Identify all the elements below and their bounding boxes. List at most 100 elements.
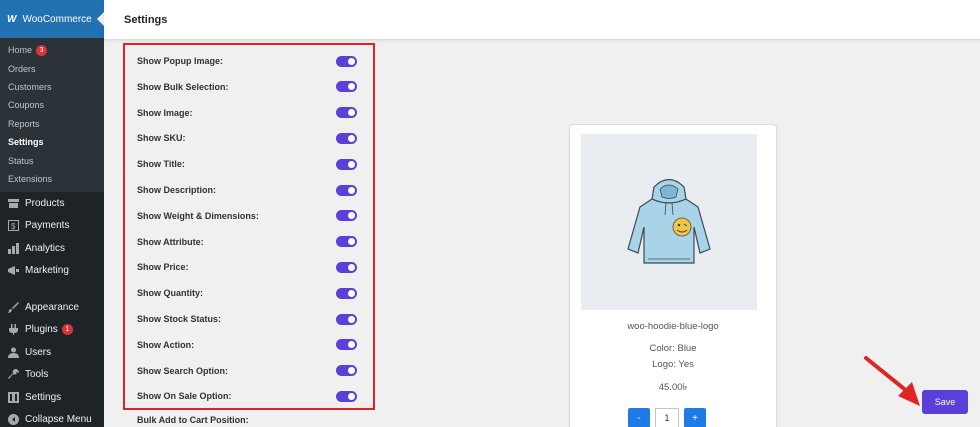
setting-label: Show Bulk Selection: <box>137 81 229 92</box>
toggle-switch[interactable] <box>336 390 357 402</box>
woocommerce-logo-icon: W <box>7 13 17 25</box>
setting-row-attribute: Show Attribute: <box>137 234 357 250</box>
setting-label: Show Action: <box>137 339 195 350</box>
setting-row-quantity: Show Quantity: <box>137 285 357 301</box>
toggle-switch[interactable] <box>336 236 357 248</box>
notification-badge: 3 <box>36 44 48 56</box>
submenu-item-home[interactable]: Home 3 <box>0 41 104 59</box>
sidebar-item-label: Analytics <box>25 242 66 254</box>
archive-icon <box>7 197 19 209</box>
setting-label: Show Description: <box>137 185 217 195</box>
toggle-switch[interactable] <box>336 81 357 93</box>
wrench-icon <box>7 369 19 381</box>
sidebar-item-tools[interactable]: Tools <box>0 364 104 387</box>
setting-label: Show Image: <box>137 107 193 118</box>
setting-row-on-sale-option: Show On Sale Option: <box>137 388 357 404</box>
page-title: Settings <box>124 13 168 26</box>
setting-label: Show On Sale Option: <box>137 391 232 402</box>
submenu-item-settings[interactable]: Settings <box>0 133 104 151</box>
toggle-switch[interactable] <box>336 55 357 67</box>
setting-label: Show Quantity: <box>137 288 203 299</box>
toggle-switch[interactable] <box>336 261 357 273</box>
setting-label: Show Stock Status: <box>137 314 222 324</box>
sidebar-item-label: Marketing <box>25 265 69 277</box>
setting-label: Show SKU: <box>137 133 186 144</box>
sidebar-item-appearance[interactable]: Appearance <box>0 296 104 319</box>
collapse-menu-button[interactable]: Collapse Menu <box>0 409 104 427</box>
product-attribute-logo: Logo: Yes <box>652 359 694 370</box>
submenu-item-reports[interactable]: Reports <box>0 115 104 133</box>
sidebar-item-marketing[interactable]: Marketing <box>0 260 104 283</box>
save-button[interactable]: Save <box>922 390 968 414</box>
submenu-item-customers[interactable]: Customers <box>0 78 104 96</box>
users-icon <box>7 346 19 358</box>
setting-row-title: Show Title: <box>137 156 357 172</box>
setting-row-image: Show Image: <box>137 105 357 121</box>
sidebar-item-label: Settings <box>25 391 62 403</box>
setting-row-sku: Show SKU: <box>137 130 357 146</box>
submenu-item-orders[interactable]: Orders <box>0 59 104 77</box>
product-preview-card: woo-hoodie-blue-logo Color: Blue Logo: Y… <box>569 124 777 427</box>
notification-badge: 1 <box>61 324 73 336</box>
setting-row-price: Show Price: <box>137 259 357 275</box>
submenu-item-label: Home <box>8 45 33 56</box>
plug-icon <box>7 324 19 336</box>
sidebar-item-label: WooCommerce <box>22 13 92 25</box>
red-arrow-icon <box>864 356 920 406</box>
submenu-item-status[interactable]: Status <box>0 151 104 169</box>
toggle-switch[interactable] <box>336 132 357 144</box>
woocommerce-submenu: Home 3 Orders Customers Coupons Reports S… <box>0 38 104 193</box>
collapse-icon <box>7 414 19 426</box>
setting-row-description: Show Description: <box>137 182 357 198</box>
setting-label: Show Attribute: <box>137 236 204 247</box>
product-image <box>581 134 757 310</box>
toggle-switch[interactable] <box>336 339 357 351</box>
setting-label: Show Title: <box>137 159 185 170</box>
sidebar-item-label: Users <box>25 346 52 358</box>
setting-row-weight-dimensions: Show Weight & Dimensions: <box>137 208 357 224</box>
toggle-switch[interactable] <box>336 210 357 222</box>
sidebar-item-analytics[interactable]: Analytics <box>0 237 104 260</box>
quantity-decrease-button[interactable]: - <box>628 408 650 427</box>
toggle-switch[interactable] <box>336 287 357 299</box>
svg-text:$: $ <box>11 222 16 231</box>
sidebar-item-settings[interactable]: Settings <box>0 386 104 409</box>
toggle-switch[interactable] <box>336 365 357 377</box>
sidebar-item-label: Products <box>25 197 65 209</box>
product-name: woo-hoodie-blue-logo <box>627 321 719 332</box>
setting-row-popup-image: Show Popup Image: <box>137 53 357 69</box>
setting-label: Show Search Option: <box>137 365 229 376</box>
setting-row-action: Show Action: <box>137 337 357 353</box>
sidebar-item-label: Plugins <box>25 324 58 336</box>
paintbrush-icon <box>7 301 19 313</box>
setting-row-stock-status: Show Stock Status: <box>137 311 357 327</box>
toggle-switch[interactable] <box>336 158 357 170</box>
sidebar-item-products[interactable]: Products <box>0 192 104 215</box>
display-settings-panel: Show Popup Image: Show Bulk Selection: S… <box>123 43 375 410</box>
toggle-switch[interactable] <box>336 313 357 325</box>
quantity-input[interactable]: 1 <box>655 408 679 427</box>
sidebar-item-label: Payments <box>25 220 70 232</box>
submenu-item-extensions[interactable]: Extensions <box>0 170 104 188</box>
quantity-increase-button[interactable]: + <box>684 408 706 427</box>
setting-row-search-option: Show Search Option: <box>137 363 357 379</box>
submenu-item-coupons[interactable]: Coupons <box>0 96 104 114</box>
sidebar-item-payments[interactable]: $ Payments <box>0 215 104 238</box>
sidebar-item-label: Appearance <box>25 301 79 313</box>
dollar-icon: $ <box>7 220 19 232</box>
toggle-switch[interactable] <box>336 184 357 196</box>
product-price: 45.00৳ <box>658 382 688 393</box>
setting-row-bulk-selection: Show Bulk Selection: <box>137 79 357 95</box>
sidebar-item-plugins[interactable]: Plugins 1 <box>0 319 104 342</box>
sidebar-item-woocommerce[interactable]: W WooCommerce <box>0 0 104 38</box>
setting-label: Show Weight & Dimensions: <box>137 210 259 221</box>
sidebar-item-label: Tools <box>25 369 49 381</box>
toggle-switch[interactable] <box>336 107 357 119</box>
sidebar-item-users[interactable]: Users <box>0 341 104 364</box>
settings-icon <box>7 391 19 403</box>
menu-separator <box>0 282 104 296</box>
product-attribute-color: Color: Blue <box>649 343 697 354</box>
bar-chart-icon <box>7 242 19 254</box>
sidebar-item-label: Collapse Menu <box>25 414 92 426</box>
admin-sidebar: W WooCommerce Home 3 Orders Customers Cou… <box>0 0 104 427</box>
